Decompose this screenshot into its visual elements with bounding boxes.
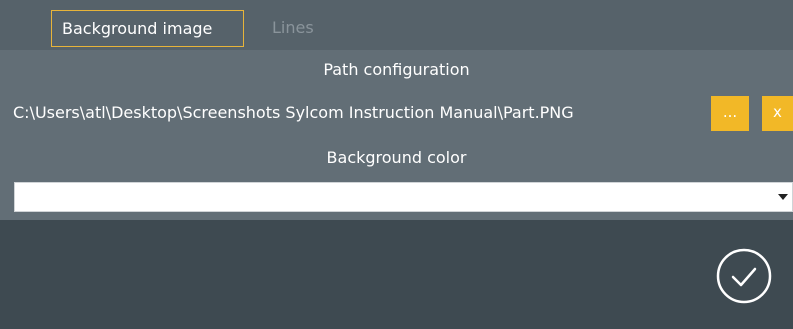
background-color-select[interactable] (14, 182, 793, 212)
tab-lines[interactable]: Lines (262, 10, 324, 47)
check-circle-icon[interactable] (716, 248, 772, 304)
image-path-value: C:\Users\atl\Desktop\Screenshots Sylcom … (13, 103, 574, 122)
background-color-heading: Background color (326, 148, 467, 167)
clear-path-button[interactable]: x (762, 96, 793, 131)
settings-panel: Path configuration C:\Users\atl\Desktop\… (0, 50, 793, 220)
tab-bar: Background image Lines (0, 0, 793, 50)
chevron-down-icon[interactable] (775, 183, 791, 211)
path-configuration-heading: Path configuration (323, 60, 470, 79)
dialog-footer (0, 220, 793, 329)
tab-background-image[interactable]: Background image (51, 10, 244, 47)
browse-button[interactable]: ... (711, 96, 749, 131)
background-settings-dialog: Background image Lines Path configuratio… (0, 0, 793, 329)
